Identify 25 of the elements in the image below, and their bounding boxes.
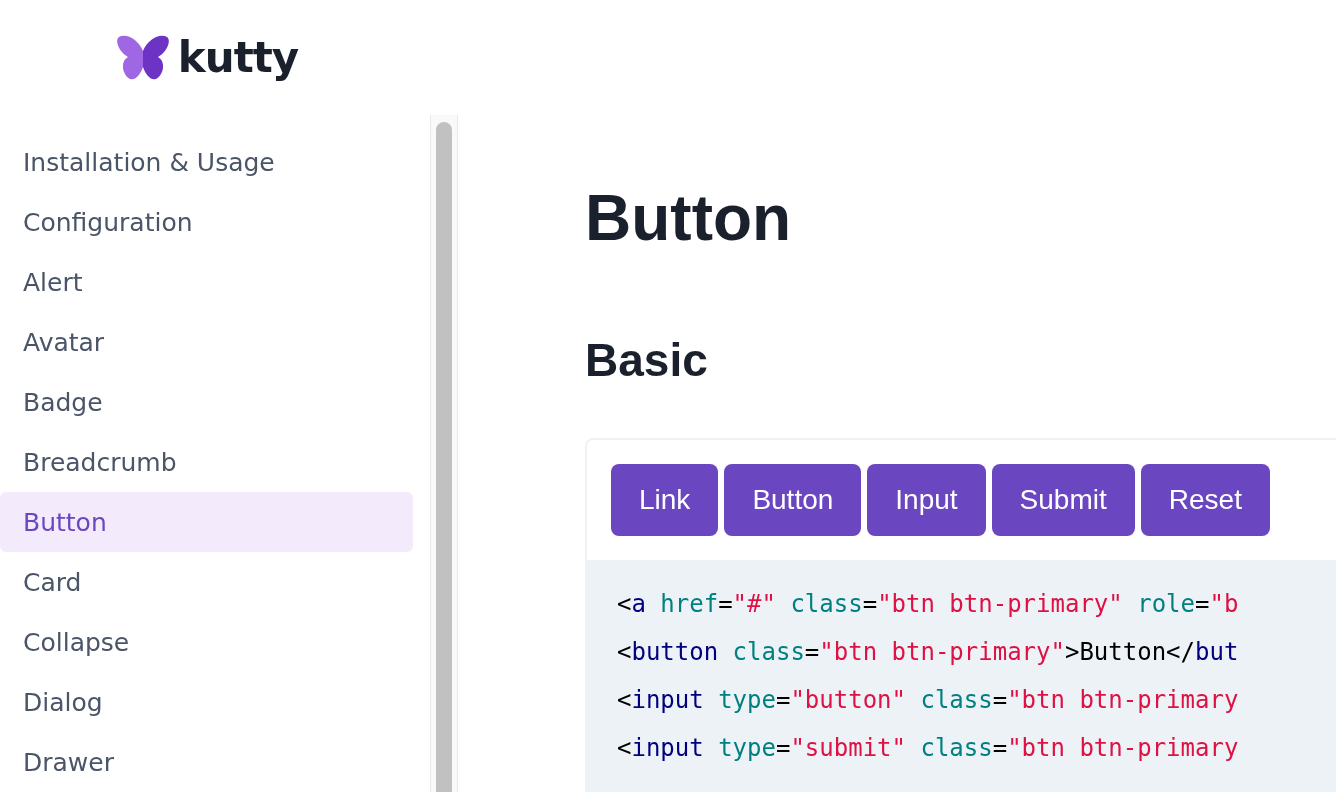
- sidebar-item[interactable]: Breadcrumb: [0, 432, 413, 492]
- sidebar-item[interactable]: Card: [0, 552, 413, 612]
- sidebar-item[interactable]: Installation & Usage: [0, 132, 413, 192]
- sidebar-item[interactable]: Dialog: [0, 672, 413, 732]
- logo-wordmark[interactable]: kutty: [177, 33, 299, 82]
- sidebar-item[interactable]: Badge: [0, 372, 413, 432]
- sidebar-item[interactable]: Alert: [0, 252, 413, 312]
- butterfly-logo-icon: [115, 34, 170, 81]
- primary-button[interactable]: Link: [611, 464, 719, 536]
- code-line: <a href="#" class="btn btn-primary" role="b: [617, 589, 1240, 620]
- code-line: <input type="submit" class="btn btn-primary: [617, 733, 1240, 764]
- sidebar-item[interactable]: Drawer: [0, 732, 413, 792]
- primary-button[interactable]: Input: [867, 464, 986, 536]
- primary-button[interactable]: Reset: [1140, 464, 1270, 536]
- sidebar-item[interactable]: Button: [0, 492, 413, 552]
- sidebar-item[interactable]: Configuration: [0, 192, 413, 252]
- sidebar-item[interactable]: Collapse: [0, 612, 413, 672]
- code-line: <button class="btn btn-primary">Button</but: [617, 637, 1240, 668]
- primary-button[interactable]: Button: [724, 464, 862, 536]
- scrollbar-thumb[interactable]: [436, 122, 452, 792]
- page-title: Button: [585, 181, 793, 256]
- section-heading: Basic: [585, 333, 709, 388]
- primary-button[interactable]: Submit: [991, 464, 1135, 536]
- code-line: <input type="button" class="btn btn-primary: [617, 685, 1240, 716]
- sidebar-item[interactable]: Avatar: [0, 312, 413, 372]
